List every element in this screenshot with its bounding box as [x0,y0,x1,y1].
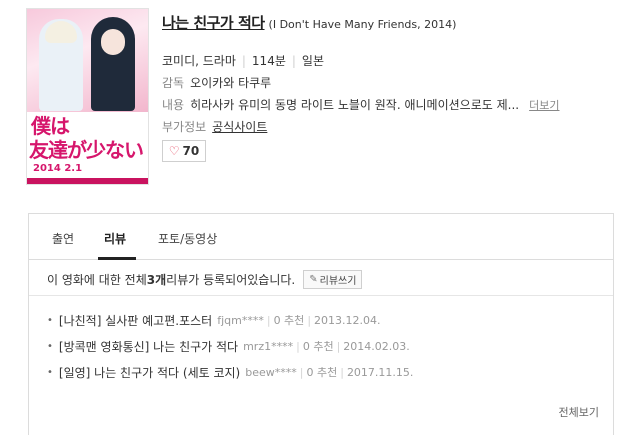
content-panel: 출연 리뷰 포토/동영상 이 영화에 대한 전체 3개 리뷰가 등록되어있습니다… [28,213,614,435]
movie-genre: 코미디, 드라마 [162,54,236,68]
more-link[interactable]: 더보기 [529,99,559,112]
extra-info-label: 부가정보 [162,120,207,134]
tab-cast[interactable]: 출연 [52,230,74,247]
like-count: 70 [182,144,200,158]
review-summary: 이 영화에 대한 전체 3개 리뷰가 등록되어있습니다. ✎ 리뷰쓰기 [47,270,363,289]
extra-info-row: 부가정보 공식사이트 [162,118,267,135]
pencil-icon: ✎ [309,274,318,285]
review-item: • [일영] 나는 친구가 적다 (세토 코지) beew**** | 0 추천 |… [47,364,414,381]
director-label: 감독 [162,76,185,90]
movie-country: 일본 [301,54,325,68]
heart-icon: ♡ [168,144,180,158]
tab-bar: 출연 리뷰 포토/동영상 [29,214,613,260]
active-tab-indicator [98,257,136,260]
tab-reviews[interactable]: 리뷰 [104,230,126,247]
review-title[interactable]: [방콕맨 영화통신] 나는 친구가 적다 [59,338,238,355]
review-author: fjqm**** [217,313,264,327]
synopsis-text: 히라사카 유미의 동명 라이트 노블이 원작. 애니메이션으로도 제... [190,98,520,112]
poster-character-right [91,17,135,111]
review-recommend: 0 추천 [302,340,334,353]
review-title[interactable]: [나친적] 실사판 예고편.포스터 [59,312,212,329]
review-date: 2017.11.15. [346,365,414,379]
synopsis-label: 내용 [162,98,185,112]
review-recommend: 0 추천 [273,314,305,327]
review-item: • [나친적] 실사판 예고편.포스터 fjqm**** | 0 추천 | 2013… [47,312,381,329]
movie-title-english: (I Don't Have Many Friends, 2014) [268,18,457,31]
movie-runtime: 114분 [251,54,286,68]
review-author: mrz1**** [243,339,294,353]
poster-art [27,9,148,114]
view-all-link[interactable]: 전체보기 [559,404,599,420]
bullet-icon: • [47,340,53,352]
poster-title-line2: 友達が少ない [29,138,144,162]
review-item: • [방콕맨 영화통신] 나는 친구가 적다 mrz1**** | 0 추천 | 2… [47,338,410,355]
divider [29,295,613,296]
write-review-button[interactable]: ✎ 리뷰쓰기 [303,270,363,289]
like-button[interactable]: ♡ 70 [162,140,206,162]
poster-release-date: 2014 2.1 [33,163,83,174]
synopsis-row: 내용 히라사카 유미의 동명 라이트 노블이 원작. 애니메이션으로도 제... 더… [162,96,559,113]
movie-title: 나는 친구가 적다 (I Don't Have Many Friends, 201… [162,12,456,33]
review-title[interactable]: [일영] 나는 친구가 적다 (세토 코지) [59,364,240,381]
poster-character-left [39,19,83,111]
review-date: 2014.02.03. [343,339,410,353]
director-link[interactable]: 오이카와 타쿠루 [190,76,271,90]
poster-title-line1: 僕は [31,114,70,138]
official-site-link[interactable]: 공식사이트 [212,120,267,134]
movie-meta: 코미디, 드라마 | 114분 | 일본 [162,54,325,68]
movie-title-korean[interactable]: 나는 친구가 적다 [162,14,265,32]
bullet-icon: • [47,314,53,326]
review-date: 2013.12.04. [314,313,381,327]
movie-poster[interactable]: 僕は 友達が少ない 2014 2.1 [26,8,149,185]
review-recommend: 0 추천 [306,366,338,379]
director-row: 감독 오이카와 타쿠루 [162,74,271,91]
review-count: 3개 [146,273,167,287]
review-author: beew**** [245,365,297,379]
review-list: • [나친적] 실사판 예고편.포스터 fjqm**** | 0 추천 | 2013… [47,307,413,385]
bullet-icon: • [47,366,53,378]
tab-photo-video[interactable]: 포토/동영상 [158,230,217,247]
